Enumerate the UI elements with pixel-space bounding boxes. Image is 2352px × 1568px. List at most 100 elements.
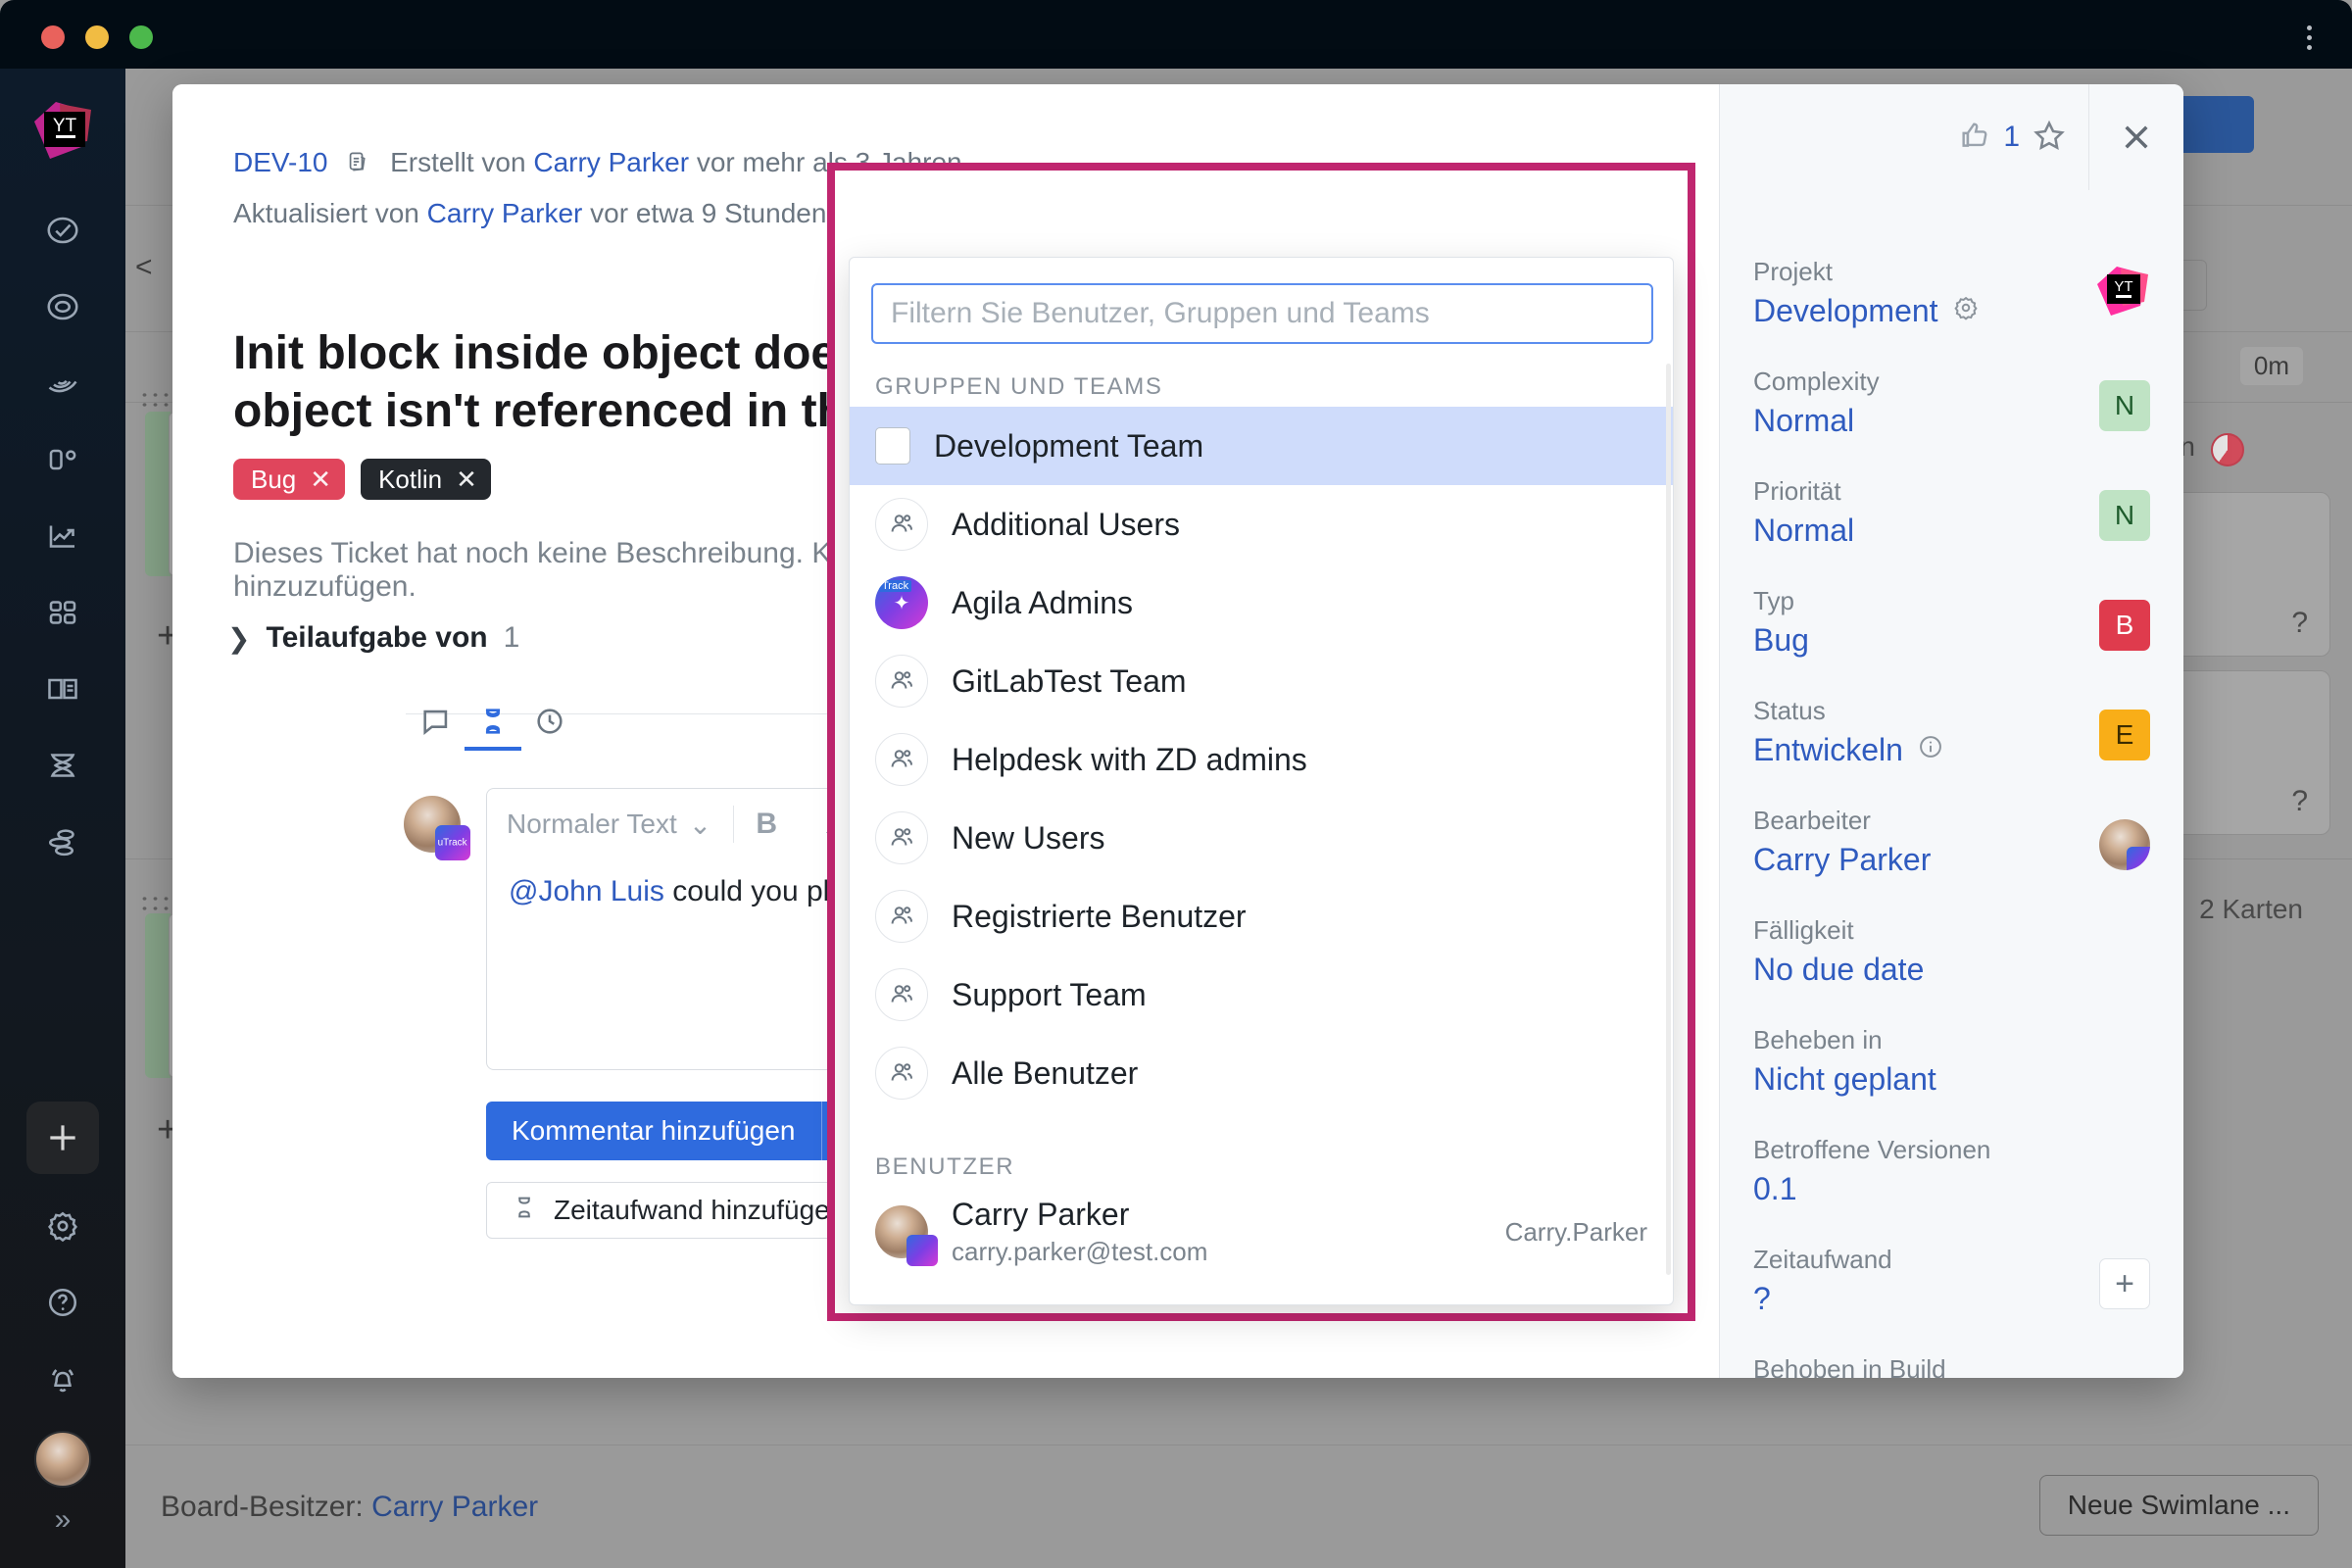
bold-button[interactable]: B — [734, 808, 799, 841]
close-icon[interactable]: ✕ — [456, 465, 477, 495]
youtrack-logo: YT — [2091, 263, 2154, 319]
sidebar-item-knowledge[interactable] — [26, 345, 99, 421]
add-worktime-icon[interactable]: + — [2099, 1258, 2150, 1309]
board-primary-dropdown[interactable] — [2193, 96, 2254, 153]
sidebar-item-agile-boards[interactable] — [26, 269, 99, 345]
tag-kotlin[interactable]: Kotlin ✕ — [361, 459, 491, 500]
board-back-icon[interactable]: < — [135, 251, 153, 284]
add-icon[interactable] — [26, 1102, 99, 1174]
list-item[interactable]: Track ✦ Agila Admins — [850, 564, 1673, 642]
close-icon[interactable]: ✕ — [310, 465, 331, 495]
sidebar-item-issues[interactable] — [26, 192, 99, 269]
field-value[interactable]: Bug — [1753, 622, 2150, 659]
text-style-value: Normaler Text — [507, 808, 677, 839]
checkbox[interactable] — [875, 427, 910, 465]
users-list: Carry Parker carry.parker@test.com Carry… — [850, 1185, 1673, 1279]
list-item-label: New Users — [952, 819, 1105, 856]
list-item[interactable]: GitLabTest Team — [850, 642, 1673, 720]
youtrack-badge-icon — [2127, 847, 2150, 870]
thumbs-up-icon[interactable] — [1958, 119, 1991, 157]
issue-tags: Bug ✕ Kotlin ✕ — [233, 459, 491, 500]
field-label: Fälligkeit — [1753, 915, 1854, 945]
expand-chevrons-icon[interactable]: » — [55, 1505, 72, 1541]
list-item[interactable]: Support Team — [850, 956, 1673, 1034]
kebab-menu-icon[interactable] — [2299, 18, 2319, 57]
list-item[interactable]: Registrierte Benutzer — [850, 877, 1673, 956]
list-item[interactable]: Helpdesk with ZD admins — [850, 720, 1673, 799]
field-value[interactable]: Carry Parker — [1753, 842, 2150, 878]
board-owner-name[interactable]: Carry Parker — [371, 1491, 538, 1523]
status-badge: B — [2099, 600, 2150, 651]
updated-author[interactable]: Carry Parker — [427, 198, 583, 228]
help-icon[interactable] — [26, 1264, 99, 1341]
zoom-window-button[interactable] — [129, 25, 153, 49]
mention-chip[interactable]: @John Luis — [509, 875, 664, 907]
list-item[interactable]: Alle Benutzer — [850, 1034, 1673, 1112]
field-label: Status — [1753, 696, 1826, 725]
vote-group[interactable]: 1 — [1936, 118, 2088, 158]
sidebar-item-timesheets[interactable] — [26, 727, 99, 804]
comments-tab[interactable] — [408, 692, 465, 751]
users-header: BENUTZER — [875, 1153, 1015, 1180]
field-value[interactable]: No due date — [1753, 952, 2150, 988]
add-worktime-button[interactable]: Zeitaufwand hinzufügen — [486, 1182, 870, 1239]
field-prioritaet: Priorität Normal N — [1753, 476, 2150, 549]
list-item[interactable]: Additional Users — [850, 485, 1673, 564]
board-owner: Board-Besitzer: Carry Parker — [161, 1491, 538, 1524]
chevron-right-icon[interactable]: ❯ — [227, 622, 250, 655]
text-style-select[interactable]: Normaler Text ⌄ — [507, 808, 733, 841]
field-value[interactable]: Entwickeln — [1753, 732, 2150, 768]
svg-text:YT: YT — [2114, 278, 2132, 295]
issue-id[interactable]: DEV-10 — [233, 147, 328, 177]
history-tab[interactable] — [521, 692, 578, 751]
field-value-text: Carry Parker — [1753, 842, 1932, 877]
issue-header-actions: 1 — [1936, 84, 2183, 190]
field-value[interactable]: Normal — [1753, 513, 2150, 549]
field-value-text: Nicht geplant — [1753, 1061, 1936, 1097]
search-input[interactable]: Filtern Sie Benutzer, Gruppen und Teams — [871, 283, 1653, 344]
minimize-window-button[interactable] — [85, 25, 109, 49]
list-item[interactable]: New Users — [850, 799, 1673, 877]
field-label: Typ — [1753, 586, 1794, 615]
avatar[interactable] — [34, 1431, 91, 1488]
info-icon[interactable] — [1917, 732, 1944, 768]
list-item[interactable]: Carry Parker carry.parker@test.com Carry… — [850, 1185, 1673, 1279]
created-author[interactable]: Carry Parker — [533, 147, 689, 177]
list-item[interactable]: Development Team — [850, 407, 1673, 485]
field-value-text: No due date — [1753, 952, 1925, 987]
issue-fields: Projekt Development YT Complexity Normal… — [1720, 257, 2183, 1378]
field-value[interactable]: 0.1 — [1753, 1171, 2150, 1207]
work-items-tab[interactable] — [465, 692, 521, 751]
youtrack-badge-icon: uTrack — [435, 825, 470, 860]
group-icon — [875, 655, 928, 708]
close-modal-button[interactable] — [2089, 84, 2183, 190]
sidebar-item-dashboards[interactable] — [26, 421, 99, 498]
new-swimlane-button[interactable]: Neue Swimlane ... — [2038, 1475, 2319, 1536]
subtask-section[interactable]: ❯ Teilaufgabe von 1 — [227, 621, 519, 655]
board-owner-label: Board-Besitzer: — [161, 1491, 364, 1523]
field-value[interactable]: ? — [1753, 1281, 2150, 1317]
board-card-estimate: ? — [2291, 785, 2308, 817]
scrollbar[interactable] — [1666, 364, 1671, 1275]
gear-icon[interactable] — [1952, 293, 1980, 329]
board-bottom-bar: Board-Besitzer: Carry Parker Neue Swimla… — [125, 1445, 2352, 1568]
drag-handle[interactable] — [139, 390, 172, 410]
field-value[interactable]: Normal — [1753, 403, 2150, 439]
settings-gear-icon[interactable] — [26, 1188, 99, 1264]
drag-handle[interactable] — [139, 894, 172, 913]
field-label: Zeitaufwand — [1753, 1245, 1892, 1274]
field-value-text: Normal — [1753, 513, 1855, 548]
sidebar-item-workflows[interactable] — [26, 804, 99, 880]
sidebar-item-reports[interactable] — [26, 498, 99, 574]
youtrack-logo: YT — [26, 96, 99, 169]
add-comment-button[interactable]: Kommentar hinzufügen — [486, 1102, 821, 1160]
star-icon[interactable] — [2032, 118, 2067, 158]
sidebar-item-articles[interactable] — [26, 651, 99, 727]
copy-icon[interactable] — [343, 143, 368, 190]
tag-bug[interactable]: Bug ✕ — [233, 459, 346, 500]
field-value[interactable]: Nicht geplant — [1753, 1061, 2150, 1098]
notifications-bell-icon[interactable] — [26, 1341, 99, 1417]
updated-prefix: Aktualisiert von — [233, 198, 419, 229]
close-window-button[interactable] — [41, 25, 65, 49]
sidebar-item-projects[interactable] — [26, 574, 99, 651]
